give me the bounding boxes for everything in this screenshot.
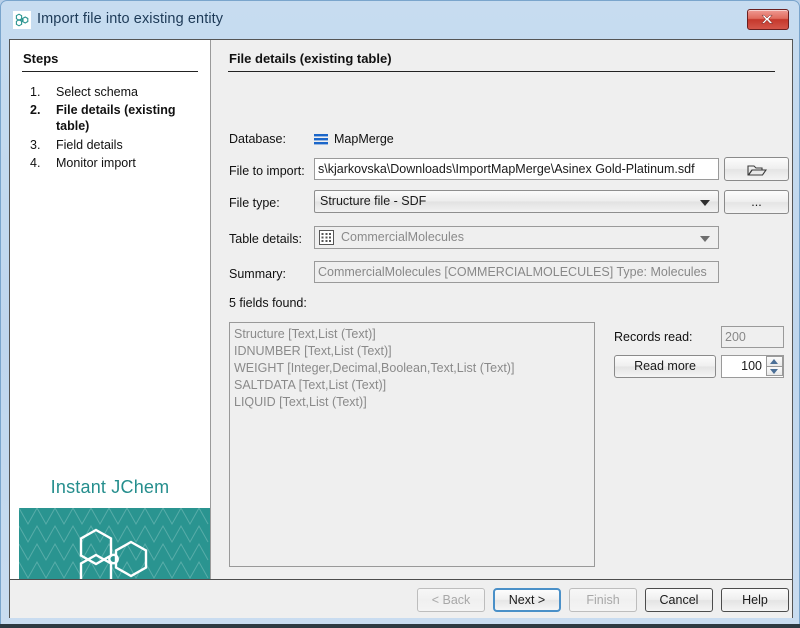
list-item[interactable]: Structure [Text,List (Text)] (234, 326, 590, 343)
table-grid-icon (319, 230, 334, 248)
file-to-import-input[interactable]: s\kjarkovska\Downloads\ImportMapMerge\As… (314, 158, 719, 180)
steps-heading: Steps (23, 51, 59, 66)
cancel-button[interactable]: Cancel (645, 588, 713, 612)
read-count-value[interactable]: 100 (722, 356, 765, 377)
step-number: 2. (30, 103, 41, 117)
records-read-label: Records read: (614, 330, 693, 344)
chevron-down-icon (700, 235, 710, 242)
back-button[interactable]: < Back (417, 588, 485, 612)
cancel-button-label: Cancel (659, 593, 699, 607)
records-read-value: 200 (721, 326, 784, 348)
step-label: Select schema (56, 85, 138, 99)
folder-open-icon (747, 163, 768, 180)
help-button-label: Help (742, 593, 768, 607)
title-bar: Import file into existing entity (1, 1, 800, 39)
table-details-select[interactable]: CommercialMolecules (314, 226, 719, 249)
jchem-hexagons-icon (13, 11, 31, 29)
dialog-body: Steps 1. Select schema 2. File details (… (9, 39, 793, 618)
list-item[interactable]: IDNUMBER [Text,List (Text)] (234, 343, 590, 360)
back-button-label: < Back (431, 593, 471, 607)
page-title: File details (existing table) (229, 51, 392, 66)
finish-button-label: Finish (586, 593, 620, 607)
step-label: File details (existing table) (56, 103, 176, 133)
steps-panel: Steps 1. Select schema 2. File details (… (10, 40, 211, 611)
file-to-import-label: File to import: (229, 164, 305, 178)
finish-button[interactable]: Finish (569, 588, 637, 612)
dialog-window: Import file into existing entity Steps 1… (0, 0, 800, 628)
list-item[interactable]: LIQUID [Text,List (Text)] (234, 394, 590, 411)
page-title-divider (228, 71, 775, 72)
table-details-value: CommercialMolecules (341, 230, 464, 244)
step-label: Monitor import (56, 156, 136, 170)
read-more-button[interactable]: Read more (614, 355, 716, 378)
window-bottom-edge (0, 624, 800, 628)
file-type-select[interactable]: Structure file - SDF (314, 190, 719, 213)
help-button[interactable]: Help (721, 588, 789, 612)
close-icon (761, 14, 774, 24)
step-number: 4. (30, 156, 41, 170)
brand-name: Instant JChem (50, 477, 170, 497)
list-item[interactable]: SALTDATA [Text,List (Text)] (234, 377, 590, 394)
stepper-down-button[interactable] (766, 366, 783, 376)
fields-found-label: 5 fields found: (229, 296, 307, 310)
file-type-value: Structure file - SDF (320, 194, 427, 208)
browse-file-button[interactable] (724, 157, 789, 181)
step-number: 3. (30, 138, 41, 152)
dialog-footer: < Back Next > Finish Cancel Help (10, 579, 792, 617)
database-lines-icon (314, 132, 328, 149)
list-item[interactable]: WEIGHT [Integer,Decimal,Boolean,Text,Lis… (234, 360, 590, 377)
step-number: 1. (30, 85, 41, 99)
database-label: Database: (229, 132, 286, 146)
database-value: MapMerge (334, 132, 394, 146)
window-title: Import file into existing entity (37, 11, 224, 27)
table-details-label: Table details: (229, 232, 302, 246)
caret-up-icon (770, 359, 778, 364)
summary-value: CommercialMolecules [COMMERCIALMOLECULES… (314, 261, 719, 283)
file-type-label: File type: (229, 196, 280, 210)
next-button[interactable]: Next > (493, 588, 561, 612)
next-button-label: Next > (508, 593, 546, 607)
fields-list[interactable]: Structure [Text,List (Text)] IDNUMBER [T… (229, 322, 595, 567)
caret-down-icon (770, 369, 778, 374)
step-label: Field details (56, 138, 123, 152)
file-type-options-button[interactable]: ... (724, 190, 789, 214)
read-count-stepper[interactable]: 100 (721, 355, 784, 378)
steps-divider (22, 71, 198, 72)
summary-label: Summary: (229, 267, 286, 281)
close-button[interactable] (747, 9, 789, 30)
content-pane: File details (existing table) Database: … (212, 40, 792, 579)
chevron-down-icon (700, 199, 710, 206)
stepper-up-button[interactable] (766, 356, 783, 366)
